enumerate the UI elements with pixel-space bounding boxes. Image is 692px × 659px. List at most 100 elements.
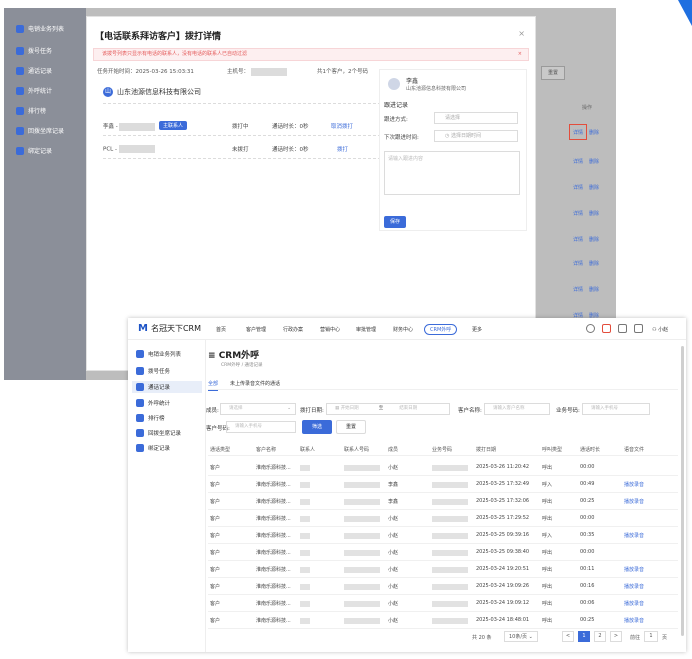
sidebar-item-call-records[interactable]: 通话记录 xyxy=(132,381,202,393)
next-page[interactable]: > xyxy=(610,631,622,642)
redacted-value xyxy=(300,516,310,522)
nav-customers[interactable]: 客户管理 xyxy=(246,326,266,333)
customer-input[interactable]: 请输入客户名称 xyxy=(484,403,550,415)
table-cell: 00:25 xyxy=(580,498,595,504)
detail-link[interactable]: 详情 xyxy=(573,260,583,267)
detail-link[interactable]: 详情 xyxy=(573,184,583,191)
user-menu[interactable]: ⚇ 小赵 xyxy=(652,326,668,333)
row-divider xyxy=(208,577,678,578)
redacted-value xyxy=(250,67,287,76)
close-icon[interactable]: × xyxy=(518,29,525,38)
table-cell: 2025-03-24 19:09:26 xyxy=(476,583,530,589)
member-select[interactable]: 请选择 ⌄ xyxy=(220,403,296,415)
sidebar-item-bind[interactable]: 绑定记录 xyxy=(136,444,170,452)
detail-link[interactable]: 详情 xyxy=(573,286,583,293)
play-recording-link[interactable]: 播放录音 xyxy=(624,617,644,624)
play-recording-link[interactable]: 播放录音 xyxy=(624,583,644,590)
cancel-call-link[interactable]: 取消拨打 xyxy=(331,122,353,130)
sidebar-item-list[interactable]: 电销业务列表 xyxy=(136,350,181,358)
delete-link[interactable]: 删除 xyxy=(589,286,599,293)
back-sidebar-item[interactable]: 外呼统计 xyxy=(16,86,52,95)
nav-crm-call[interactable]: CRM外呼 xyxy=(424,324,458,335)
row-divider xyxy=(208,509,678,510)
close-icon[interactable]: × xyxy=(518,49,522,60)
play-recording-link[interactable]: 播放录音 xyxy=(624,481,644,488)
tab-no-recording[interactable]: 未上传录音文件的通话 xyxy=(230,380,280,387)
redacted-value xyxy=(300,465,310,471)
next-time-label: 下次跟进时间: xyxy=(384,135,419,141)
sidebar-item-callback[interactable]: 回拨坐席记录 xyxy=(136,429,181,437)
row-divider xyxy=(208,492,678,493)
calendar-icon[interactable] xyxy=(618,324,627,333)
follow-up-content[interactable]: 请输入跟进内容 xyxy=(384,151,520,195)
back-sidebar-item[interactable]: 排行榜 xyxy=(16,106,46,115)
nav-admin[interactable]: 行政办案 xyxy=(283,326,303,333)
dial-link[interactable]: 拨打 xyxy=(337,145,348,153)
play-recording-link[interactable]: 播放录音 xyxy=(624,566,644,573)
nav-home[interactable]: 首页 xyxy=(216,326,226,333)
delete-link[interactable]: 删除 xyxy=(589,184,599,191)
nav-more[interactable]: 更多 xyxy=(472,326,482,333)
phone-input[interactable]: 请输入手机号 xyxy=(226,421,296,433)
back-sidebar-item[interactable]: 绑定记录 xyxy=(16,146,52,155)
search-icon[interactable] xyxy=(586,324,595,333)
back-reset-button[interactable]: 重置 xyxy=(541,66,565,80)
method-select[interactable]: 请选择 xyxy=(434,112,518,124)
nav-finance[interactable]: 财务中心 xyxy=(393,326,413,333)
detail-link[interactable]: 详情 xyxy=(573,158,583,165)
sidebar-item-stats[interactable]: 外呼统计 xyxy=(136,399,170,407)
detail-link[interactable]: 详情 xyxy=(573,210,583,217)
corner-decoration xyxy=(678,0,692,26)
delete-link[interactable]: 删除 xyxy=(589,260,599,267)
page-1[interactable]: 1 xyxy=(578,631,590,642)
total-count: 共 20 条 xyxy=(472,635,492,641)
delete-link[interactable]: 删除 xyxy=(589,129,599,136)
delete-link[interactable]: 删除 xyxy=(589,210,599,217)
table-cell: 00:06 xyxy=(580,600,595,606)
contact-name: PCL - xyxy=(103,145,155,153)
goto-input[interactable]: 1 xyxy=(644,631,658,642)
filter-button[interactable]: 筛选 xyxy=(302,420,332,434)
table-cell: 00:11 xyxy=(580,566,595,572)
logo-icon: M xyxy=(138,323,148,334)
menu-icon[interactable]: ≡ xyxy=(208,351,219,361)
delete-link[interactable]: 删除 xyxy=(589,236,599,243)
redacted-value xyxy=(344,567,380,573)
biz-number-input[interactable]: 请输入手机号 xyxy=(582,403,650,415)
page-size-select[interactable]: 10条/页 ⌄ xyxy=(504,631,538,642)
redacted-value xyxy=(432,618,468,624)
nav-approval[interactable]: 审批管理 xyxy=(356,326,376,333)
back-sidebar-item[interactable]: 回拨坐席记录 xyxy=(16,126,64,135)
bell-icon[interactable] xyxy=(602,324,611,333)
date-range-picker[interactable]: ▦ 开始日期至结束日期 xyxy=(326,403,450,415)
table-cell: 00:00 xyxy=(580,549,595,555)
prev-page[interactable]: < xyxy=(562,631,574,642)
redacted-value xyxy=(300,567,310,573)
back-sidebar-item[interactable]: 电销业务列表 xyxy=(16,24,64,33)
back-sidebar-item[interactable]: 拨号任务 xyxy=(16,46,52,55)
message-icon[interactable] xyxy=(634,324,643,333)
sidebar-item-rank[interactable]: 排行榜 xyxy=(136,414,165,422)
table-cell: 呼出 xyxy=(542,465,553,471)
host-number: 主机号： xyxy=(227,67,287,76)
table-cell: 客户 xyxy=(210,584,221,590)
logo: M 名冠天下CRM xyxy=(138,323,201,334)
play-recording-link[interactable]: 播放录音 xyxy=(624,498,644,505)
delete-link[interactable]: 删除 xyxy=(589,158,599,165)
reset-button[interactable]: 重置 xyxy=(336,420,366,434)
nav-marketing[interactable]: 营销中心 xyxy=(320,326,340,333)
page-2[interactable]: 2 xyxy=(594,631,606,642)
row-divider xyxy=(208,628,678,629)
record-icon xyxy=(136,383,144,391)
back-sidebar-item[interactable]: 通话记录 xyxy=(16,66,52,75)
play-recording-link[interactable]: 播放录音 xyxy=(624,532,644,539)
scrollbar[interactable] xyxy=(681,346,684,636)
save-button[interactable]: 保存 xyxy=(384,216,406,228)
table-cell: 呼出 xyxy=(542,567,553,573)
page-title: ≡ CRM外呼 xyxy=(208,351,260,361)
next-time-picker[interactable]: ◷ 选择日期时间 xyxy=(434,130,518,142)
sidebar-item-dial-task[interactable]: 拨号任务 xyxy=(136,367,170,375)
detail-link[interactable]: 详情 xyxy=(573,236,583,243)
play-recording-link[interactable]: 播放录音 xyxy=(624,600,644,607)
detail-link[interactable]: 详情 xyxy=(573,129,583,136)
